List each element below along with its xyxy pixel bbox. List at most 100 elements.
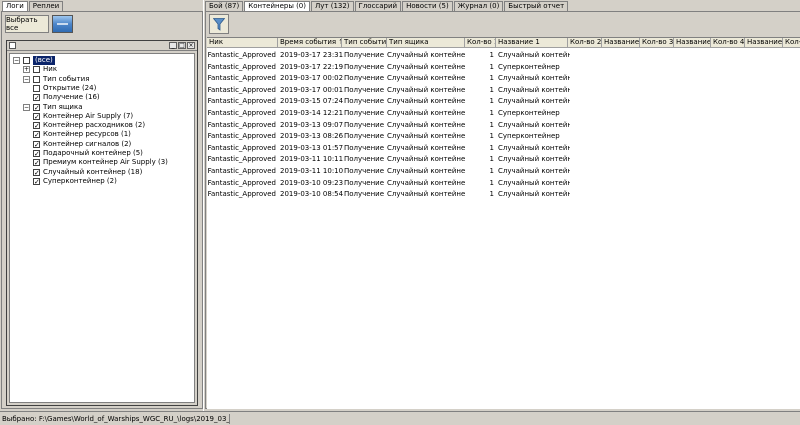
collapse-icon[interactable]: − bbox=[23, 103, 30, 111]
tree-item-label: Тип ящика bbox=[43, 102, 83, 111]
cell-qty: 1 bbox=[489, 85, 494, 94]
cell-box: Случайный контейнер bbox=[387, 62, 465, 71]
table-row[interactable]: Fantastic_Approved 2019-03-17 00:01:47Пол… bbox=[207, 85, 800, 96]
tree-root[interactable]: − (все) bbox=[13, 56, 55, 65]
cell-box: Случайный контейнер bbox=[387, 178, 465, 187]
column-header[interactable]: Ник bbox=[207, 38, 278, 48]
cell-nick: Fantastic_Approved bbox=[207, 109, 276, 117]
tab-5[interactable]: Журнал (0) bbox=[453, 1, 504, 11]
cell-name: Суперконтейнер bbox=[498, 132, 560, 141]
checkbox-root[interactable] bbox=[23, 57, 30, 64]
tree-item-checkbox[interactable]: ✓ bbox=[33, 103, 40, 111]
column-header[interactable]: Тип ящика bbox=[387, 38, 465, 48]
tree-item-checkbox[interactable]: ✓ bbox=[33, 150, 40, 158]
tree-item[interactable]: ✓ Контейнер Air Supply (7) bbox=[33, 112, 133, 121]
cell-time: 2019-03-13 01:57:47 bbox=[280, 143, 344, 152]
table-row[interactable]: Fantastic_Approved 2019-03-17 22:19:46Пол… bbox=[207, 62, 800, 73]
tree-item-checkbox[interactable] bbox=[33, 75, 40, 83]
table-row[interactable]: Fantastic_Approved 2019-03-10 08:54:57Пол… bbox=[207, 189, 800, 200]
column-header[interactable]: Название 2 bbox=[602, 38, 640, 48]
column-header[interactable]: Время события ↑ bbox=[278, 38, 342, 48]
cell-nick: Fantastic_Approved bbox=[207, 190, 276, 199]
cell-time: 2019-03-10 09:23:22 bbox=[280, 178, 344, 187]
table-row[interactable]: Fantastic_Approved 2019-03-13 09:07:45Пол… bbox=[207, 120, 800, 131]
tree-item-checkbox[interactable]: ✓ bbox=[33, 131, 40, 139]
tab-0[interactable]: Бой (87) bbox=[205, 1, 244, 11]
cell-time: 2019-03-14 12:21:29 bbox=[280, 109, 344, 117]
select-all-button[interactable]: Выбрать все bbox=[5, 15, 49, 33]
tree-item-checkbox[interactable]: ✓ bbox=[33, 177, 40, 185]
tree-item[interactable]: ✓ Контейнер ресурсов (1) bbox=[33, 130, 131, 139]
tree-item[interactable]: ✓ Случайный контейнер (18) bbox=[33, 168, 142, 177]
blue-action-button[interactable] bbox=[52, 15, 73, 33]
cell-box: Случайный контейнер bbox=[387, 51, 465, 59]
tree-item[interactable]: − Тип события bbox=[23, 75, 89, 84]
table-row[interactable]: Fantastic_Approved 2019-03-17 23:31:10Пол… bbox=[207, 50, 800, 61]
tree-item[interactable]: − ✓ Тип ящика bbox=[23, 103, 83, 112]
cell-event: Получение bbox=[344, 120, 385, 129]
tab-replays[interactable]: Реплеи bbox=[28, 1, 64, 11]
column-header[interactable]: Тип события bbox=[342, 38, 387, 48]
tree-item[interactable]: ✓ Получение (16) bbox=[33, 93, 100, 102]
cell-event: Получение bbox=[344, 109, 385, 117]
cell-name: Случайный контейнер bbox=[498, 97, 570, 106]
table-row[interactable]: Fantastic_Approved 2019-03-10 09:23:22Пол… bbox=[207, 178, 800, 189]
filter-button[interactable] bbox=[209, 14, 229, 34]
column-header[interactable]: Название 3 bbox=[674, 38, 711, 48]
tree-item-label: Случайный контейнер (18) bbox=[43, 167, 143, 176]
tree-item[interactable]: ✓ Контейнер расходников (2) bbox=[33, 121, 145, 130]
collapse-icon[interactable]: − bbox=[13, 57, 20, 64]
tab-6[interactable]: Быстрый отчет bbox=[504, 1, 569, 11]
table-row[interactable]: Fantastic_Approved 2019-03-17 00:02:04Пол… bbox=[207, 73, 800, 84]
column-header[interactable]: Кол-во 1 bbox=[465, 38, 496, 48]
tree-item-checkbox[interactable] bbox=[33, 66, 40, 74]
cell-name: Случайный контейнер bbox=[498, 155, 570, 164]
tree-item[interactable]: + Ник bbox=[23, 65, 57, 74]
table-row[interactable]: Fantastic_Approved 2019-03-14 12:21:29Пол… bbox=[207, 108, 800, 119]
collapse-icon[interactable]: − bbox=[23, 75, 30, 83]
column-header[interactable]: Кол-во 2 bbox=[568, 38, 602, 48]
tree-item[interactable]: ✓ Контейнер сигналов (2) bbox=[33, 140, 131, 149]
tab-2[interactable]: Лут (132) bbox=[311, 1, 354, 11]
tree-item-checkbox[interactable]: ✓ bbox=[33, 140, 40, 148]
column-header[interactable]: Кол-во 3 bbox=[640, 38, 674, 48]
cell-qty: 1 bbox=[489, 51, 494, 59]
minimize-icon[interactable]: _ bbox=[169, 42, 177, 49]
expand-icon[interactable]: + bbox=[23, 66, 30, 74]
cell-box: Случайный контейнер bbox=[387, 132, 465, 141]
cell-qty: 1 bbox=[489, 178, 494, 187]
tab-3[interactable]: Глоссарий bbox=[354, 1, 402, 11]
cell-name: Случайный контейнер bbox=[498, 190, 570, 199]
column-header[interactable]: Кол-во 4 bbox=[711, 38, 745, 48]
tree-item-checkbox[interactable] bbox=[33, 84, 40, 92]
table-row[interactable]: Fantastic_Approved 2019-03-13 01:57:47Пол… bbox=[207, 143, 800, 154]
tree-item-checkbox[interactable]: ✓ bbox=[33, 168, 40, 176]
cell-name: Суперконтейнер bbox=[498, 109, 560, 117]
column-header[interactable]: Кол-во 5 bbox=[783, 38, 800, 48]
tree-item[interactable]: ✓ Премиум контейнер Air Supply (3) bbox=[33, 158, 168, 167]
filter-tree-window: _ □ × − (все) + Ник − Тип события Открытие (… bbox=[6, 40, 198, 406]
table-row[interactable]: Fantastic_Approved 2019-03-11 10:10:41Пол… bbox=[207, 166, 800, 177]
table-row[interactable]: Fantastic_Approved 2019-03-11 10:11:19Пол… bbox=[207, 154, 800, 165]
tree-item-label: Контейнер расходников (2) bbox=[43, 121, 146, 130]
tree-item[interactable]: Открытие (24) bbox=[33, 84, 96, 93]
tree-item-checkbox[interactable]: ✓ bbox=[33, 122, 40, 130]
cell-time: 2019-03-13 09:07:45 bbox=[280, 120, 344, 129]
cell-qty: 1 bbox=[489, 143, 494, 152]
right-tabs: Бой (87) Контейнеры (0) Лут (132) Глоссарий… bbox=[205, 1, 569, 12]
column-header[interactable]: Название 4 bbox=[745, 38, 783, 48]
filter-tree: − (все) + Ник − Тип события Открытие (24) ✓ По… bbox=[9, 53, 195, 403]
tree-item-checkbox[interactable]: ✓ bbox=[33, 112, 40, 120]
maximize-icon[interactable]: □ bbox=[178, 42, 186, 49]
cell-nick: Fantastic_Approved bbox=[207, 74, 276, 83]
tree-item[interactable]: ✓ Суперконтейнер (2) bbox=[33, 177, 117, 186]
column-header[interactable]: Название 1 bbox=[496, 38, 568, 48]
tree-item-checkbox[interactable]: ✓ bbox=[33, 94, 40, 102]
tree-item-checkbox[interactable]: ✓ bbox=[33, 159, 40, 167]
cell-nick: Fantastic_Approved bbox=[207, 178, 276, 187]
table-row[interactable]: Fantastic_Approved 2019-03-13 08:26:47Пол… bbox=[207, 131, 800, 142]
table-row[interactable]: Fantastic_Approved 2019-03-15 07:24:00Пол… bbox=[207, 96, 800, 107]
close-icon[interactable]: × bbox=[187, 42, 195, 49]
tab-4[interactable]: Новости (5) bbox=[402, 1, 453, 11]
tree-item[interactable]: ✓ Подарочный контейнер (5) bbox=[33, 149, 143, 158]
